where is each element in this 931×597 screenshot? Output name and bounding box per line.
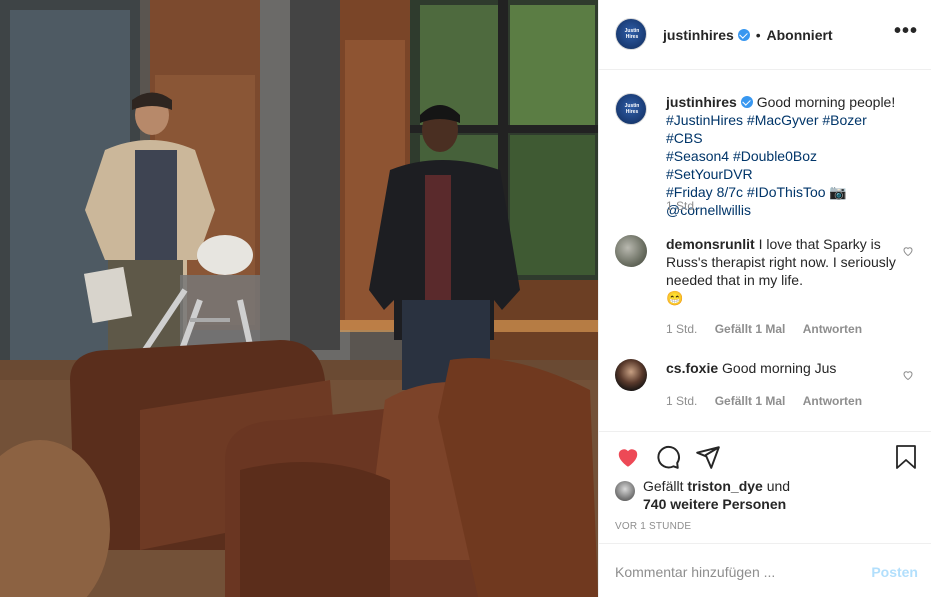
comment-icon[interactable] bbox=[655, 444, 681, 470]
comment-text: cs.foxie Good morning Jus bbox=[666, 359, 906, 377]
like-comment-icon[interactable] bbox=[902, 245, 914, 257]
comment-input[interactable]: Kommentar hinzufügen ... bbox=[615, 564, 775, 580]
grin-emoji: 😁 bbox=[666, 290, 684, 306]
add-comment-bar: Kommentar hinzufügen ... Posten bbox=[599, 543, 931, 597]
comment-likes[interactable]: Gefällt 1 Mal bbox=[715, 322, 786, 336]
caption-line1: Good morning people! bbox=[756, 94, 896, 110]
comment-item: demonsrunlit I love that Sparky is Russ'… bbox=[615, 235, 920, 336]
likes-others-link[interactable]: 740 weitere Personen bbox=[643, 496, 786, 512]
post-sidebar: Justin Hires justinhires • Abonniert •••… bbox=[598, 0, 931, 597]
comment-time[interactable]: 1 Std. bbox=[666, 394, 697, 408]
comment-likes[interactable]: Gefällt 1 Mal bbox=[715, 394, 786, 408]
caption-hashtags-2[interactable]: #Season4 #Double0Boz #SetYourDVR bbox=[666, 148, 817, 182]
liker-avatar[interactable] bbox=[615, 481, 635, 501]
verified-badge-icon bbox=[740, 96, 753, 108]
caption-meta: 1 Std. bbox=[666, 199, 711, 213]
separator-dot: • bbox=[755, 27, 761, 43]
comment-meta: 1 Std. Gefällt 1 Mal Antworten bbox=[666, 394, 876, 408]
comment-time[interactable]: 1 Std. bbox=[666, 322, 697, 336]
liker-username[interactable]: triston_dye bbox=[687, 478, 762, 494]
save-bookmark-icon[interactable] bbox=[894, 444, 918, 470]
comment-username[interactable]: demonsrunlit bbox=[666, 236, 755, 252]
caption-hashtags-1[interactable]: #JustinHires #MacGyver #Bozer #CBS bbox=[666, 112, 867, 146]
caption-hashtags-3[interactable]: #Friday 8/7c #IDoThisToo 📷 bbox=[666, 184, 847, 200]
post-actions: Gefällt triston_dye und 740 weitere Pers… bbox=[599, 431, 931, 543]
avatar-text: Justin Hires bbox=[624, 28, 640, 40]
comment-meta: 1 Std. Gefällt 1 Mal Antworten bbox=[666, 322, 876, 336]
comment-avatar[interactable] bbox=[615, 359, 647, 391]
like-heart-icon[interactable] bbox=[615, 444, 641, 470]
comment-username[interactable]: cs.foxie bbox=[666, 360, 718, 376]
like-comment-icon[interactable] bbox=[902, 369, 914, 381]
more-options-icon[interactable]: ••• bbox=[894, 21, 918, 41]
follow-status-button[interactable]: Abonniert bbox=[766, 27, 832, 43]
caption-time[interactable]: 1 Std. bbox=[666, 199, 697, 213]
author-avatar[interactable]: Justin Hires bbox=[615, 18, 647, 50]
caption-avatar[interactable]: Justin Hires bbox=[615, 93, 647, 125]
comment-item: cs.foxie Good morning Jus 1 Std. Gefällt… bbox=[615, 359, 920, 419]
verified-badge-icon bbox=[737, 29, 750, 41]
likes-text: Gefällt triston_dye und 740 weitere Pers… bbox=[643, 477, 843, 513]
caption: Justin Hires justinhires Good morning pe… bbox=[615, 93, 920, 218]
likes-conj: und bbox=[766, 478, 791, 494]
avatar-text: Justin Hires bbox=[624, 103, 640, 115]
share-icon[interactable] bbox=[695, 444, 721, 470]
likes-prefix: Gefällt bbox=[643, 478, 684, 494]
post-comment-button[interactable]: Posten bbox=[871, 564, 918, 580]
comment-body: Good morning Jus bbox=[722, 360, 837, 376]
reply-button[interactable]: Antworten bbox=[803, 394, 862, 408]
photo-scene bbox=[0, 0, 598, 597]
comments-list: Justin Hires justinhires Good morning pe… bbox=[599, 71, 931, 431]
author-username[interactable]: justinhires bbox=[663, 27, 734, 43]
comment-text: demonsrunlit I love that Sparky is Russ'… bbox=[666, 235, 906, 307]
caption-username[interactable]: justinhires bbox=[666, 94, 737, 110]
post-header: Justin Hires justinhires • Abonniert ••• bbox=[599, 0, 931, 70]
post-photo[interactable] bbox=[0, 0, 598, 597]
comment-avatar[interactable] bbox=[615, 235, 647, 267]
post-timestamp[interactable]: VOR 1 STUNDE bbox=[615, 521, 691, 532]
reply-button[interactable]: Antworten bbox=[803, 322, 862, 336]
